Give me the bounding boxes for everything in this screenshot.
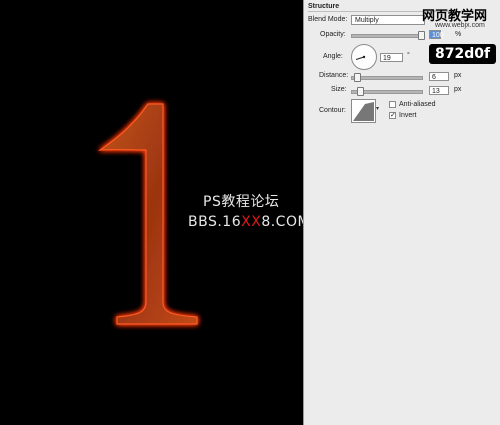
invert-checkbox[interactable]: ✓ — [389, 112, 396, 119]
watermark-line1: PS教程论坛 — [203, 194, 280, 210]
watermark-badge: 872d0f — [429, 44, 497, 64]
glowing-digit-one — [97, 103, 198, 325]
watermark-prefix: BBS.16 — [188, 214, 242, 230]
site-url-watermark: www.webjx.com — [435, 22, 485, 29]
opacity-label: Opacity: — [320, 31, 346, 38]
distance-slider-thumb[interactable] — [354, 73, 361, 82]
size-unit: px — [454, 86, 462, 93]
blend-mode-select[interactable]: Multiply — [351, 15, 425, 25]
angle-dial-needle — [355, 55, 366, 60]
size-input[interactable]: 13 — [429, 86, 449, 95]
angle-dial[interactable] — [351, 44, 377, 70]
watermark-line2: BBS.16XX8.COM — [188, 214, 303, 230]
contour-label: Contour: — [319, 107, 346, 114]
distance-label: Distance: — [319, 72, 349, 79]
contour-curve-icon — [353, 102, 374, 121]
size-label: Size: — [331, 86, 347, 93]
blend-mode-label: Blend Mode: — [308, 16, 348, 23]
angle-unit: ° — [407, 52, 410, 59]
watermark-red: XX — [241, 214, 262, 230]
contour-dropdown-arrow[interactable]: ▾ — [376, 104, 382, 114]
anti-aliased-checkbox[interactable] — [389, 101, 396, 108]
opacity-slider-thumb[interactable] — [418, 31, 425, 40]
size-slider-thumb[interactable] — [357, 87, 364, 96]
digit-shape — [97, 103, 198, 325]
opacity-unit: % — [455, 31, 462, 38]
distance-unit: px — [454, 72, 462, 79]
angle-label: Angle: — [323, 53, 343, 60]
distance-slider[interactable] — [351, 76, 423, 80]
angle-input[interactable]: 19 — [380, 53, 403, 62]
section-title: Structure — [308, 3, 340, 10]
invert-label: Invert — [399, 112, 417, 119]
anti-aliased-label: Anti-aliased — [399, 101, 436, 108]
image-canvas: PS教程论坛 BBS.16XX8.COM — [0, 0, 303, 425]
opacity-slider[interactable] — [351, 34, 423, 38]
distance-input[interactable]: 6 — [429, 72, 449, 81]
watermark-suffix: 8.COM — [261, 214, 303, 230]
contour-picker[interactable] — [351, 99, 376, 123]
opacity-input[interactable]: 100 — [429, 30, 444, 39]
layer-style-panel: Structure Blend Mode: Multiply Opacity: … — [303, 0, 500, 425]
